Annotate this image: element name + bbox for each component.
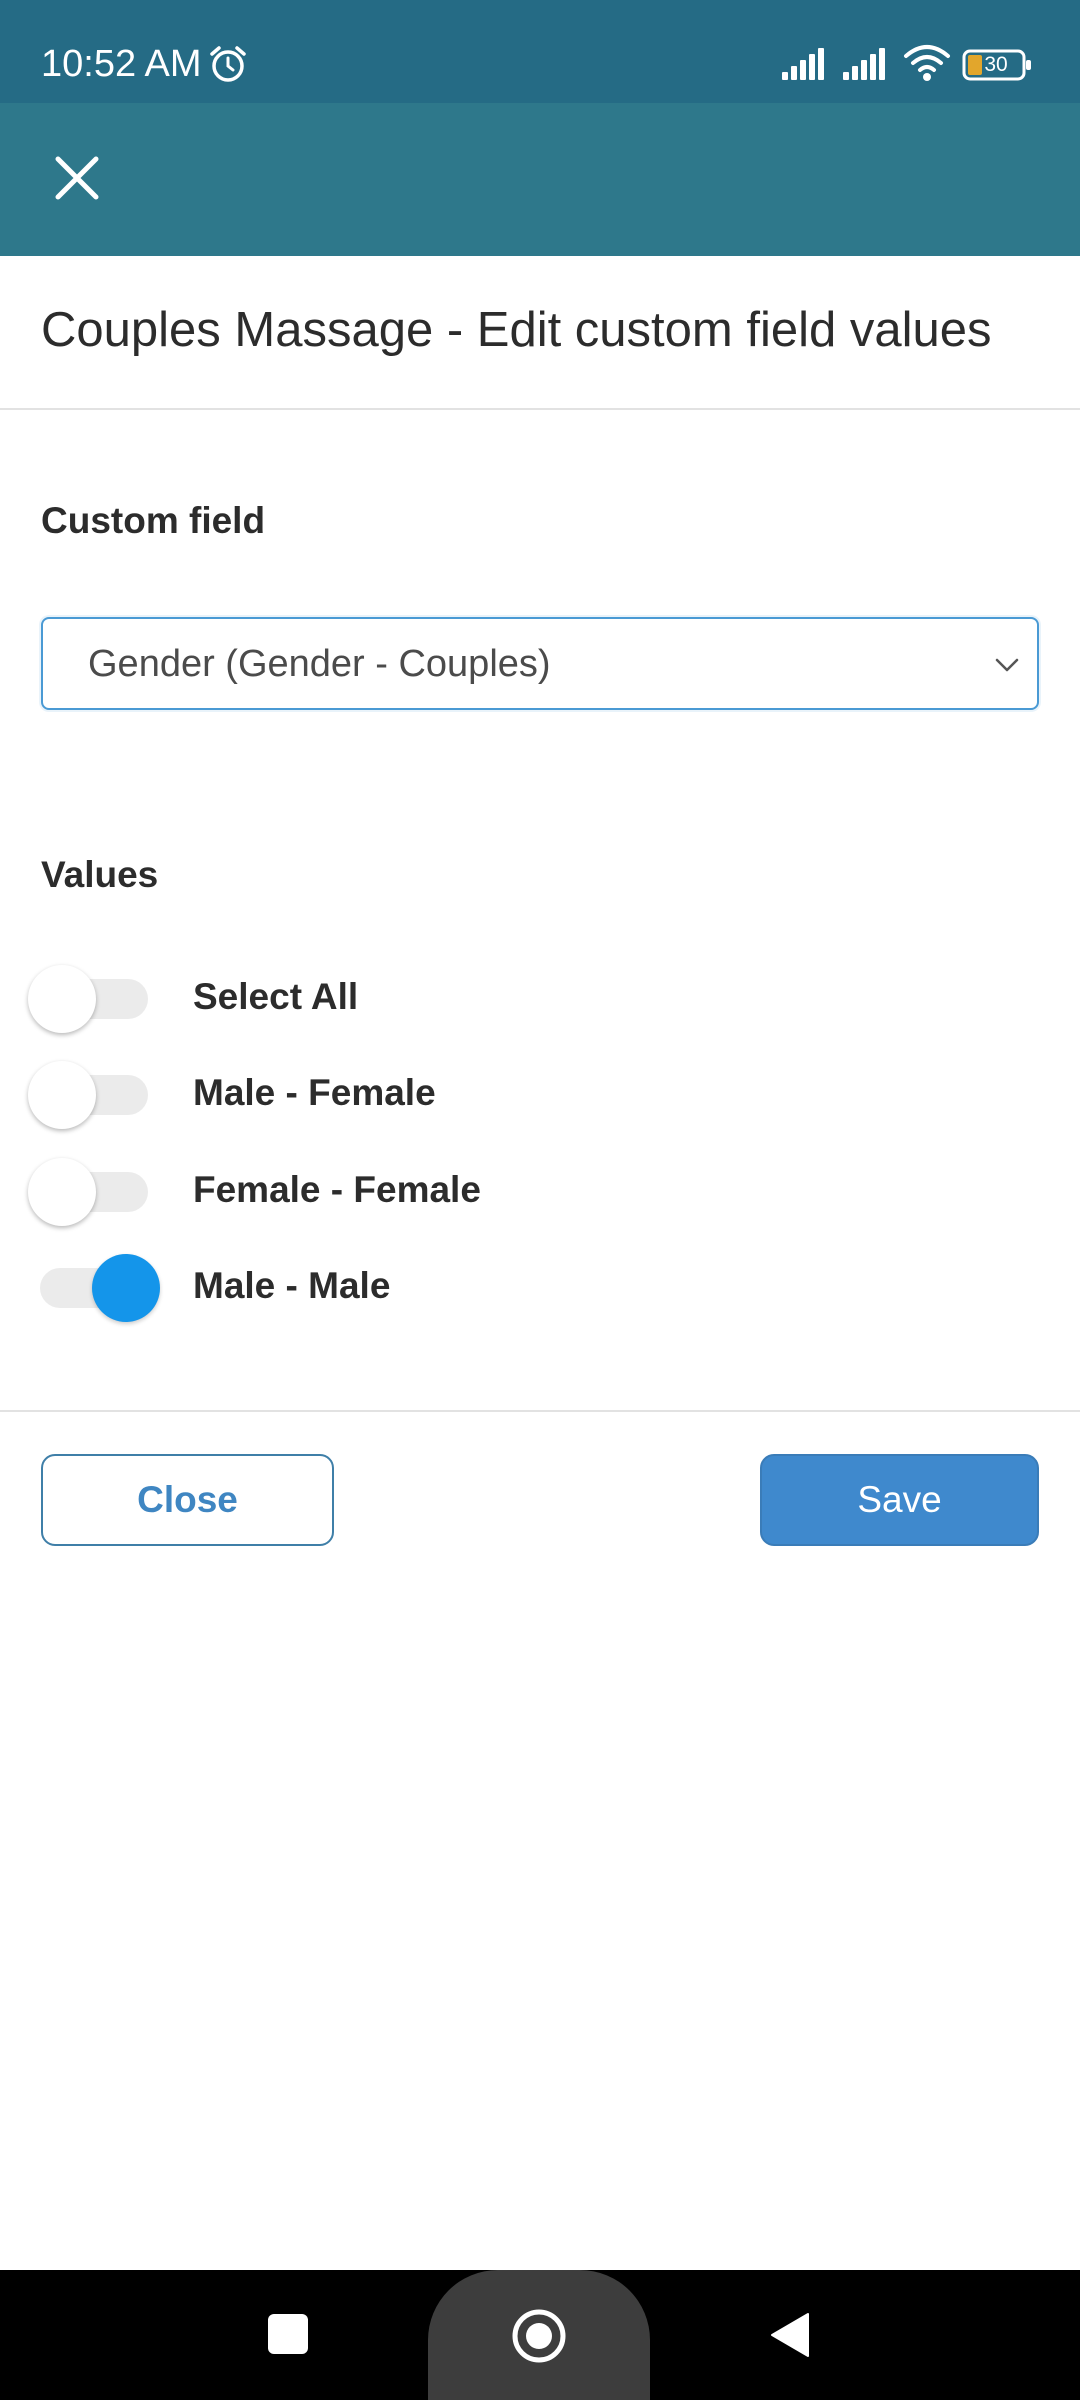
close-icon[interactable] xyxy=(48,149,106,207)
custom-field-label: Custom field xyxy=(41,500,266,541)
alarm-icon xyxy=(210,46,246,82)
toggle-row-male-male[interactable]: Male - Male xyxy=(0,1239,1080,1335)
back-icon[interactable] xyxy=(768,2310,812,2360)
toggle-knob xyxy=(28,965,96,1033)
male-male-label: Male - Male xyxy=(193,1265,391,1306)
select-all-toggle[interactable] xyxy=(28,965,148,1033)
custom-field-select[interactable]: Gender (Gender - Couples) xyxy=(41,617,1039,710)
toggle-row-select-all[interactable]: Select All xyxy=(0,950,1080,1046)
app-bar xyxy=(0,103,1080,256)
chevron-down-icon xyxy=(995,658,1019,672)
recents-icon[interactable] xyxy=(268,2314,308,2354)
battery-level: 30 xyxy=(984,53,1008,76)
values-label: Values xyxy=(41,854,159,895)
male-female-toggle[interactable] xyxy=(28,1061,148,1129)
close-button[interactable]: Close xyxy=(41,1454,334,1546)
dialog-title: Couples Massage - Edit custom field valu… xyxy=(41,303,992,357)
status-time: 10:52 AM xyxy=(41,43,202,85)
home-icon[interactable] xyxy=(511,2308,567,2364)
toggle-knob xyxy=(28,1158,96,1226)
toggle-knob xyxy=(92,1254,160,1322)
male-female-label: Male - Female xyxy=(193,1072,436,1113)
title-divider xyxy=(0,408,1080,410)
custom-field-selected-value: Gender (Gender - Couples) xyxy=(88,643,551,685)
system-nav-bar xyxy=(0,2270,1080,2400)
battery-icon: 30 xyxy=(962,48,1034,82)
select-all-label: Select All xyxy=(193,976,359,1017)
status-bar: 10:52 AM 30 xyxy=(0,0,1080,103)
footer-divider xyxy=(0,1410,1080,1412)
save-button[interactable]: Save xyxy=(760,1454,1039,1546)
wifi-icon xyxy=(904,45,950,81)
toggle-row-male-female[interactable]: Male - Female xyxy=(0,1046,1080,1142)
female-female-label: Female - Female xyxy=(193,1169,481,1210)
signal-icon xyxy=(843,48,885,80)
female-female-toggle[interactable] xyxy=(28,1158,148,1226)
signal-icon xyxy=(782,48,824,80)
male-male-toggle[interactable] xyxy=(40,1254,160,1322)
toggle-knob xyxy=(28,1061,96,1129)
toggle-row-female-female[interactable]: Female - Female xyxy=(0,1143,1080,1239)
